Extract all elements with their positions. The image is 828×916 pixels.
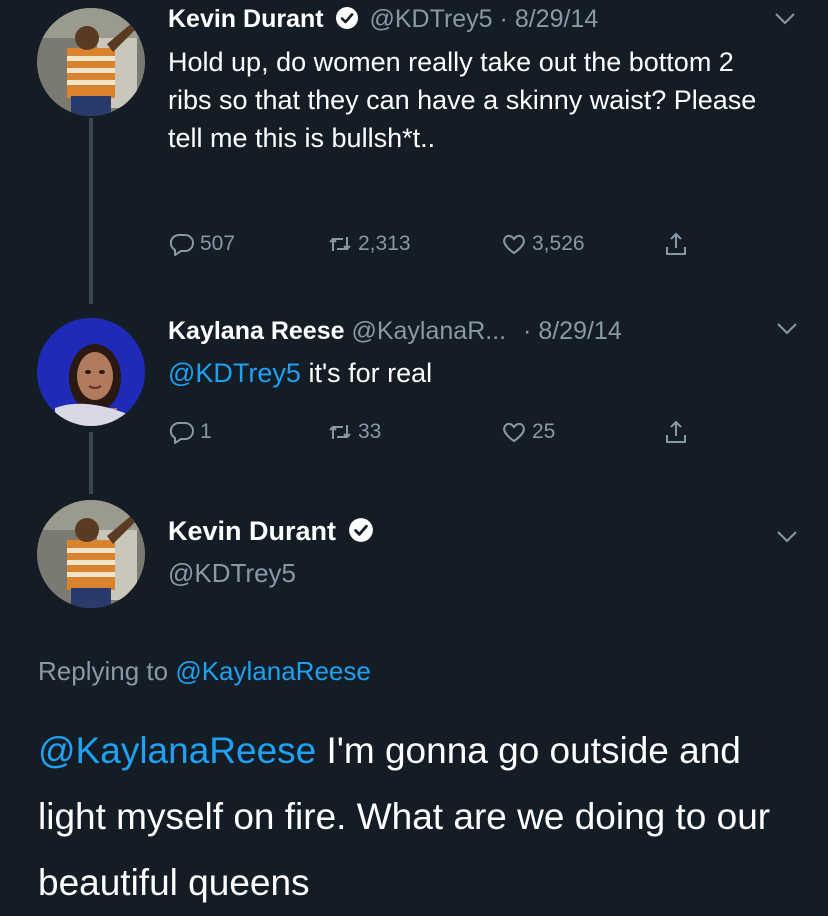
tweet1-like-button[interactable]: 3,526 bbox=[500, 230, 585, 258]
main-tweet-author-name[interactable]: Kevin Durant bbox=[168, 516, 336, 546]
tweet1-like-count: 3,526 bbox=[532, 232, 585, 255]
tweet1-share-button[interactable] bbox=[662, 230, 694, 258]
avatar-kevin-durant[interactable] bbox=[37, 8, 145, 116]
replying-prefix: Replying to bbox=[38, 656, 176, 686]
thread-line-1 bbox=[89, 118, 93, 304]
heart-icon bbox=[503, 234, 525, 255]
thread-line-2 bbox=[89, 432, 93, 494]
reply-icon bbox=[169, 421, 194, 444]
tweet2-author-name[interactable]: Kaylana Reese bbox=[168, 317, 345, 345]
share-icon bbox=[666, 232, 686, 255]
tweet2-like-count: 25 bbox=[532, 420, 556, 443]
tweet2-mention[interactable]: @KDTrey5 bbox=[168, 358, 301, 388]
tweet1-retweet-button[interactable]: 2,313 bbox=[326, 230, 411, 258]
tweet1-handle[interactable]: @KDTrey5 bbox=[370, 5, 493, 33]
heart-icon bbox=[503, 422, 525, 443]
chevron-down-icon[interactable] bbox=[776, 530, 798, 544]
tweet2-date[interactable]: 8/29/14 bbox=[538, 317, 621, 345]
tweet1-separator: · bbox=[499, 5, 508, 33]
tweet2-retweet-button[interactable]: 33 bbox=[326, 418, 381, 446]
tweet1-text: Hold up, do women really take out the bo… bbox=[168, 47, 757, 153]
tweet1-reply-button[interactable]: 507 bbox=[168, 230, 235, 258]
tweet2-share-button[interactable] bbox=[662, 418, 694, 446]
main-tweet-author: Kevin Durant bbox=[168, 516, 378, 547]
tweet2-retweet-count: 33 bbox=[358, 420, 382, 443]
replying-to: Replying to @KaylanaReese bbox=[38, 656, 371, 687]
tweet2-reply-count: 1 bbox=[200, 420, 212, 443]
tweet2-like-button[interactable]: 25 bbox=[500, 418, 555, 446]
main-tweet-mention[interactable]: @KaylanaReese bbox=[38, 730, 316, 771]
main-tweet-handle[interactable]: @KDTrey5 bbox=[168, 558, 296, 589]
tweet1-author-name[interactable]: Kevin Durant bbox=[168, 5, 324, 33]
reply-icon bbox=[169, 233, 194, 256]
tweet2-reply-button[interactable]: 1 bbox=[168, 418, 212, 446]
tweet2-text: @KDTrey5 it's for real bbox=[168, 354, 768, 392]
main-tweet-text: @KaylanaReese I'm gonna go outside and l… bbox=[38, 718, 808, 916]
avatar-kevin-durant-main[interactable] bbox=[37, 500, 145, 608]
tweet2-body: it's for real bbox=[300, 358, 433, 388]
avatar-kaylana-reese[interactable] bbox=[37, 318, 145, 426]
tweet1-retweet-count: 2,313 bbox=[358, 232, 411, 255]
share-icon bbox=[666, 420, 686, 443]
chevron-down-icon[interactable] bbox=[774, 12, 796, 26]
verified-badge-icon bbox=[335, 6, 359, 30]
tweet2-header: Kaylana Reese @KaylanaR... · 8/29/14 bbox=[168, 316, 622, 346]
tweet1-date[interactable]: 8/29/14 bbox=[515, 5, 598, 33]
tweet1-header: Kevin Durant @KDTrey5 · 8/29/14 bbox=[168, 4, 598, 34]
verified-badge-icon bbox=[348, 517, 374, 543]
retweet-icon bbox=[329, 425, 351, 439]
tweet1-reply-count: 507 bbox=[200, 232, 236, 255]
tweet2-handle[interactable]: @KaylanaR... bbox=[351, 317, 506, 345]
chevron-down-icon[interactable] bbox=[776, 322, 798, 336]
tweet2-separator: · bbox=[523, 317, 532, 345]
replying-to-mention[interactable]: @KaylanaReese bbox=[175, 656, 371, 686]
retweet-icon bbox=[329, 237, 351, 251]
